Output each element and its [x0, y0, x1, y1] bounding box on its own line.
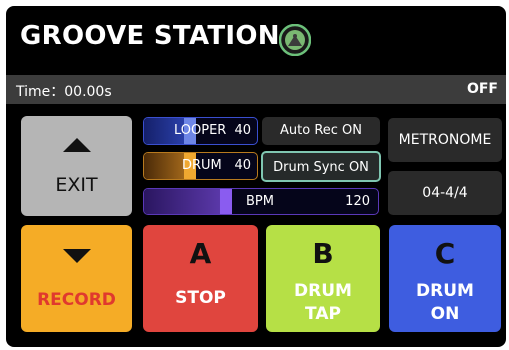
app-window: GROOVE STATION Time：00.00s OFF EXIT LOOP… — [6, 6, 506, 347]
record-button[interactable]: RECORD — [21, 225, 132, 332]
bpm-label: BPM — [246, 194, 274, 209]
drum-on-label-line2: ON — [430, 304, 460, 324]
bpm-slider[interactable]: BPM 120 — [143, 188, 379, 215]
time-readout: Time：00.00s — [16, 84, 112, 100]
status-state: OFF — [466, 81, 498, 97]
drum-label: DRUM — [182, 158, 222, 173]
drum-sync-toggle[interactable]: Drum Sync ON — [261, 151, 381, 182]
exit-button[interactable]: EXIT — [21, 116, 132, 216]
arrow-up-icon — [63, 138, 91, 152]
bpm-fill — [144, 189, 220, 214]
drum-fill — [144, 153, 184, 179]
drum-value: 40 — [234, 158, 251, 173]
drum-on-label-line1: DRUM — [416, 281, 474, 301]
drum-on-letter: C — [434, 237, 456, 270]
auto-rec-toggle[interactable]: Auto Rec ON — [262, 117, 380, 145]
header: GROOVE STATION — [6, 6, 506, 72]
stop-label: STOP — [175, 288, 226, 308]
groove-logo-icon — [279, 24, 311, 56]
looper-slider[interactable]: LOOPER 40 — [143, 117, 258, 145]
drum-on-button[interactable]: C DRUM ON — [389, 225, 501, 332]
drum-tap-label-line1: DRUM — [294, 281, 352, 301]
bpm-value: 120 — [345, 194, 370, 209]
looper-label: LOOPER — [174, 123, 227, 138]
bpm-marker — [220, 189, 232, 214]
drum-slider[interactable]: DRUM 40 — [143, 152, 258, 180]
status-bar: Time：00.00s OFF — [6, 75, 506, 104]
time-signature-button[interactable]: 04-4/4 — [388, 171, 502, 215]
drum-tap-button[interactable]: B DRUM TAP — [266, 225, 380, 332]
stop-button[interactable]: A STOP — [143, 225, 258, 332]
looper-value: 40 — [234, 123, 251, 138]
metronome-button[interactable]: METRONOME — [388, 118, 502, 162]
drum-tap-label-line2: TAP — [305, 304, 341, 324]
stop-letter: A — [189, 237, 212, 270]
arrow-down-icon — [63, 249, 91, 263]
drum-tap-letter: B — [312, 237, 334, 270]
record-label: RECORD — [37, 290, 116, 310]
exit-label: EXIT — [55, 174, 98, 196]
app-title: GROOVE STATION — [20, 21, 280, 51]
